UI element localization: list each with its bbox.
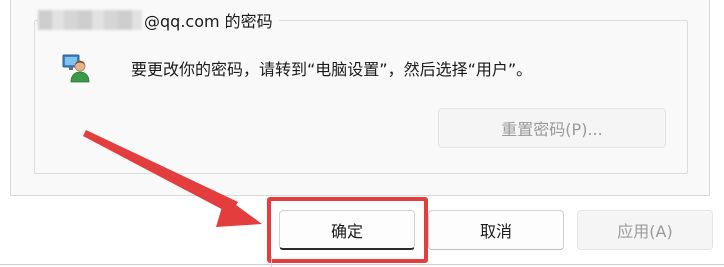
bottom-divider — [0, 264, 724, 265]
cancel-button[interactable]: 取消 — [428, 210, 564, 250]
change-password-message: 要更改你的密码，请转到“电脑设置”，然后选择“用户”。 — [131, 60, 533, 79]
highlight-box — [267, 197, 428, 263]
user-icon — [62, 54, 90, 83]
reset-password-button[interactable]: 重置密码(P)... — [438, 108, 666, 148]
groupbox-title: @qq.com 的密码 — [38, 8, 279, 32]
bottom-divider-tick — [271, 256, 272, 267]
apply-button[interactable]: 应用(A) — [577, 210, 713, 250]
email-suffix-label: @qq.com 的密码 — [144, 12, 273, 31]
redacted-username — [38, 10, 142, 30]
password-groupbox — [34, 20, 688, 174]
